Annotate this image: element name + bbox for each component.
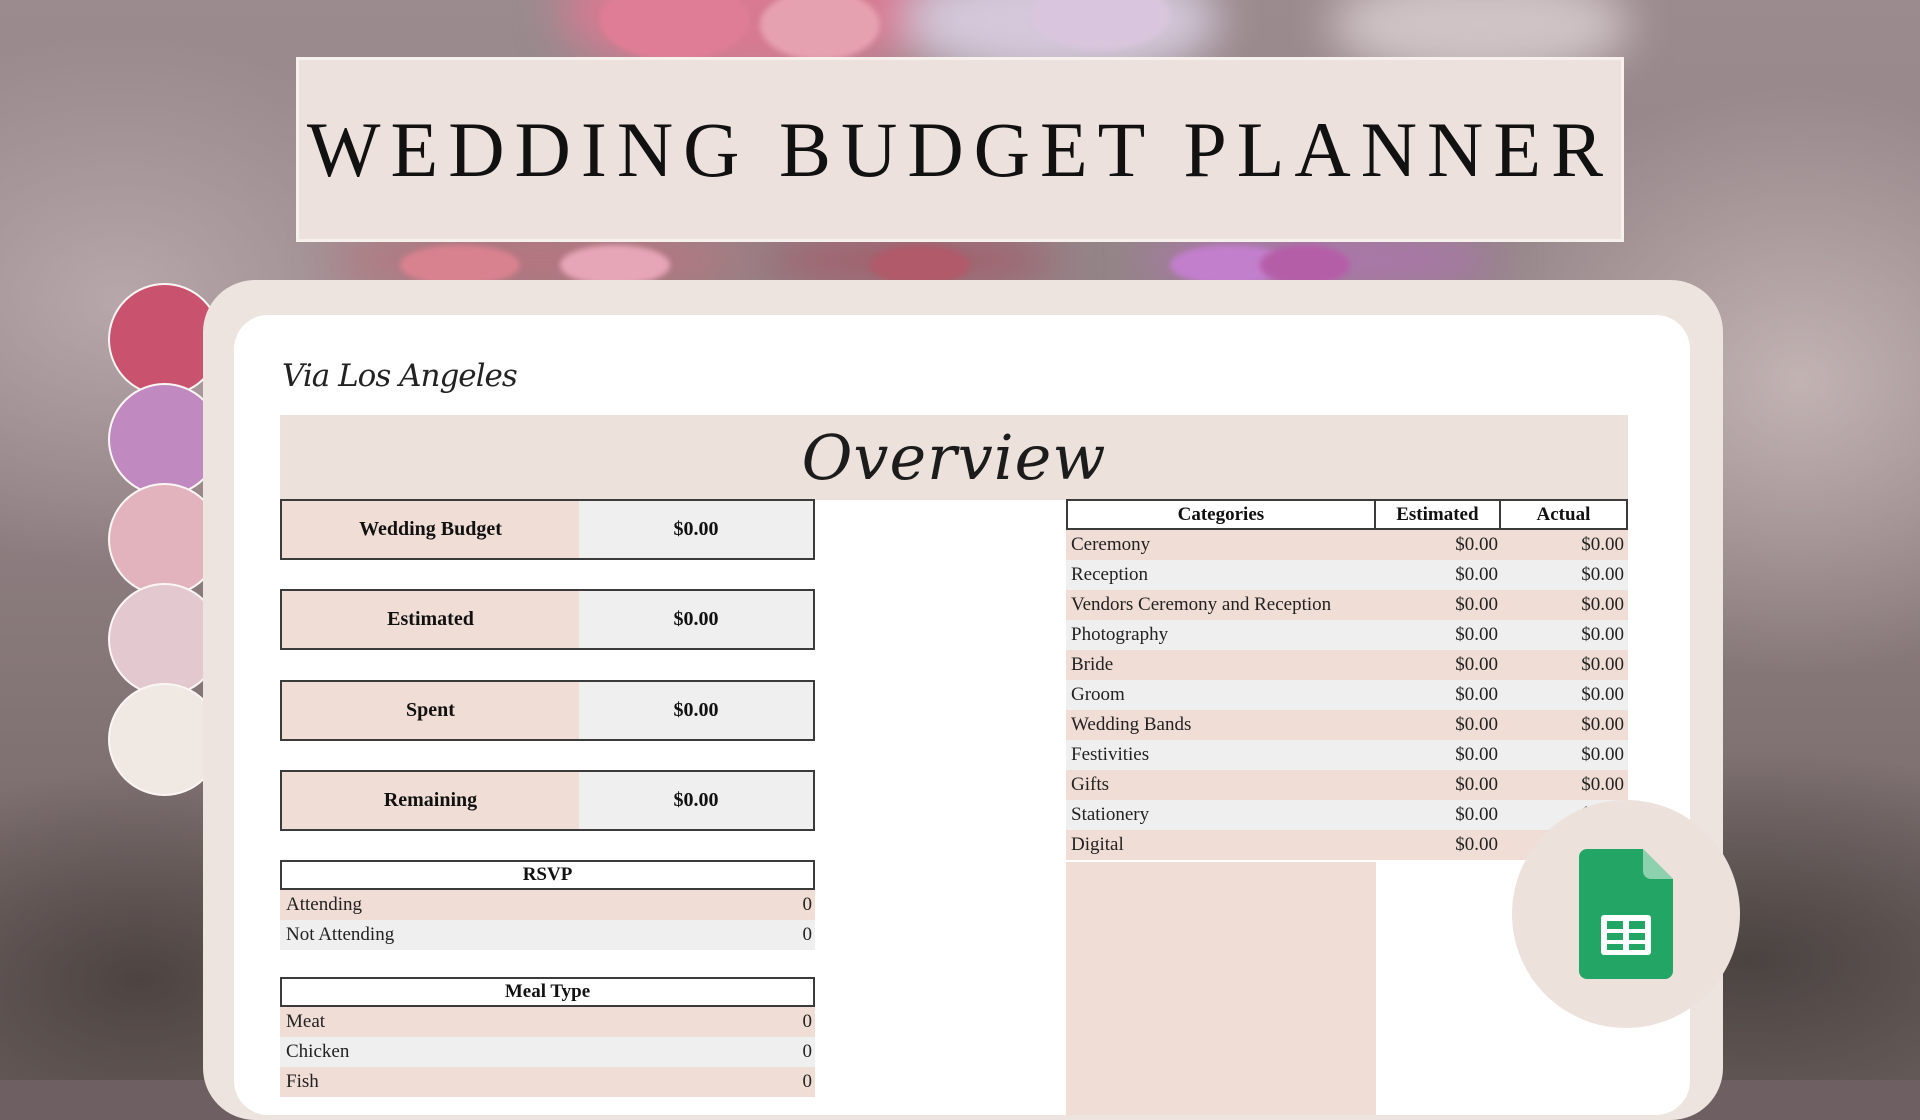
rsvp-table: RSVP Attending 0 Not Attending 0 bbox=[280, 860, 815, 950]
summary-label: Spent bbox=[282, 682, 579, 739]
summary-label: Remaining bbox=[282, 772, 579, 829]
summary-value[interactable]: $0.00 bbox=[579, 501, 813, 558]
table-row[interactable]: Not Attending 0 bbox=[280, 920, 815, 950]
category-actual[interactable]: $0.00 bbox=[1502, 650, 1628, 680]
summary-value[interactable]: $0.00 bbox=[579, 682, 813, 739]
category-estimated[interactable]: $0.00 bbox=[1376, 530, 1502, 560]
row-value: 0 bbox=[802, 1011, 813, 1032]
category-estimated[interactable]: $0.00 bbox=[1376, 770, 1502, 800]
row-label: Meat bbox=[286, 1011, 326, 1032]
spreadsheet-screen: Via Los Angeles Overview Wedding Budget … bbox=[234, 315, 1690, 1115]
category-name[interactable]: Gifts bbox=[1066, 770, 1376, 800]
category-estimated[interactable]: $0.00 bbox=[1376, 650, 1502, 680]
header-categories: Categories bbox=[1068, 501, 1376, 528]
summary-value[interactable]: $0.00 bbox=[579, 772, 813, 829]
category-name[interactable]: Photography bbox=[1066, 620, 1376, 650]
category-name[interactable]: Wedding Bands bbox=[1066, 710, 1376, 740]
page-title: WEDDING BUDGET PLANNER bbox=[306, 105, 1614, 193]
overview-header: Overview bbox=[280, 415, 1628, 500]
table-row[interactable]: Photography $0.00 $0.00 bbox=[1066, 620, 1628, 650]
category-actual[interactable]: $0.00 bbox=[1502, 740, 1628, 770]
category-estimated[interactable]: $0.00 bbox=[1376, 800, 1502, 830]
sheets-badge bbox=[1512, 800, 1740, 1028]
category-actual[interactable]: $0.00 bbox=[1502, 560, 1628, 590]
category-actual[interactable]: $0.00 bbox=[1502, 530, 1628, 560]
summary-label: Wedding Budget bbox=[282, 501, 579, 558]
category-name[interactable]: Bride bbox=[1066, 650, 1376, 680]
row-label: Attending bbox=[286, 894, 362, 915]
category-estimated[interactable]: $0.00 bbox=[1376, 680, 1502, 710]
table-row[interactable]: Fish 0 bbox=[280, 1067, 815, 1097]
categories-column-fill bbox=[1066, 862, 1376, 1115]
category-name[interactable]: Vendors Ceremony and Reception bbox=[1066, 590, 1376, 620]
header-estimated: Estimated bbox=[1376, 501, 1501, 528]
row-value: 0 bbox=[802, 1071, 813, 1092]
table-row[interactable]: Gifts $0.00 $0.00 bbox=[1066, 770, 1628, 800]
table-row[interactable]: Stationery$0.00$0.00 bbox=[1066, 800, 1628, 830]
category-name[interactable]: Ceremony bbox=[1066, 530, 1376, 560]
table-row[interactable]: Attending 0 bbox=[280, 890, 815, 920]
table-row[interactable]: Festivities $0.00 $0.00 bbox=[1066, 740, 1628, 770]
summary-label: Estimated bbox=[282, 591, 579, 648]
category-estimated[interactable]: $0.00 bbox=[1376, 740, 1502, 770]
category-actual[interactable]: $0.00 bbox=[1502, 770, 1628, 800]
row-value: 0 bbox=[802, 924, 813, 945]
summary-estimated[interactable]: Estimated $0.00 bbox=[280, 589, 815, 650]
table-row[interactable]: Bride $0.00 $0.00 bbox=[1066, 650, 1628, 680]
brand-logo: Via Los Angeles bbox=[282, 358, 518, 394]
table-row[interactable]: Vendors Ceremony and Reception $0.00 $0.00 bbox=[1066, 590, 1628, 620]
category-estimated[interactable]: $0.00 bbox=[1376, 560, 1502, 590]
meal-type-table: Meal Type Meat 0 Chicken 0 Fish 0 bbox=[280, 977, 815, 1097]
table-row[interactable]: Ceremony $0.00 $0.00 bbox=[1066, 530, 1628, 560]
category-name[interactable]: Festivities bbox=[1066, 740, 1376, 770]
row-label: Not Attending bbox=[286, 924, 395, 945]
category-name[interactable]: Digital bbox=[1066, 830, 1376, 860]
categories-body: Ceremony $0.00 $0.00 Reception $0.00 $0.00 Ven… bbox=[1066, 530, 1628, 860]
title-banner: WEDDING BUDGET PLANNER bbox=[296, 57, 1624, 242]
table-row[interactable]: Reception $0.00 $0.00 bbox=[1066, 560, 1628, 590]
row-value: 0 bbox=[802, 894, 813, 915]
summary-value[interactable]: $0.00 bbox=[579, 591, 813, 648]
category-name[interactable]: Stationery bbox=[1066, 800, 1376, 830]
meal-type-header: Meal Type bbox=[280, 977, 815, 1007]
category-name[interactable]: Groom bbox=[1066, 680, 1376, 710]
rsvp-header: RSVP bbox=[280, 860, 815, 890]
category-estimated[interactable]: $0.00 bbox=[1376, 830, 1502, 860]
row-value: 0 bbox=[802, 1041, 813, 1062]
category-name[interactable]: Reception bbox=[1066, 560, 1376, 590]
summary-remaining[interactable]: Remaining $0.00 bbox=[280, 770, 815, 831]
google-sheets-icon bbox=[1579, 849, 1673, 979]
category-estimated[interactable]: $0.00 bbox=[1376, 620, 1502, 650]
summary-wedding-budget[interactable]: Wedding Budget $0.00 bbox=[280, 499, 815, 560]
category-estimated[interactable]: $0.00 bbox=[1376, 590, 1502, 620]
category-estimated[interactable]: $0.00 bbox=[1376, 710, 1502, 740]
category-actual[interactable]: $0.00 bbox=[1502, 710, 1628, 740]
table-row[interactable]: Wedding Bands $0.00 $0.00 bbox=[1066, 710, 1628, 740]
row-label: Chicken bbox=[286, 1041, 350, 1062]
header-actual: Actual bbox=[1536, 503, 1591, 525]
table-row[interactable]: Meat 0 bbox=[280, 1007, 815, 1037]
table-row[interactable]: Chicken 0 bbox=[280, 1037, 815, 1067]
table-row[interactable]: Groom $0.00 $0.00 bbox=[1066, 680, 1628, 710]
categories-table: Categories Estimated Actual Ceremony $0.0… bbox=[1066, 499, 1628, 860]
category-actual[interactable]: $0.00 bbox=[1502, 620, 1628, 650]
overview-title: Overview bbox=[801, 421, 1107, 494]
summary-spent[interactable]: Spent $0.00 bbox=[280, 680, 815, 741]
category-actual[interactable]: $0.00 bbox=[1502, 680, 1628, 710]
category-actual[interactable]: $0.00 bbox=[1502, 590, 1628, 620]
row-label: Fish bbox=[286, 1071, 319, 1092]
categories-header-row: Categories Estimated Actual bbox=[1066, 499, 1628, 530]
